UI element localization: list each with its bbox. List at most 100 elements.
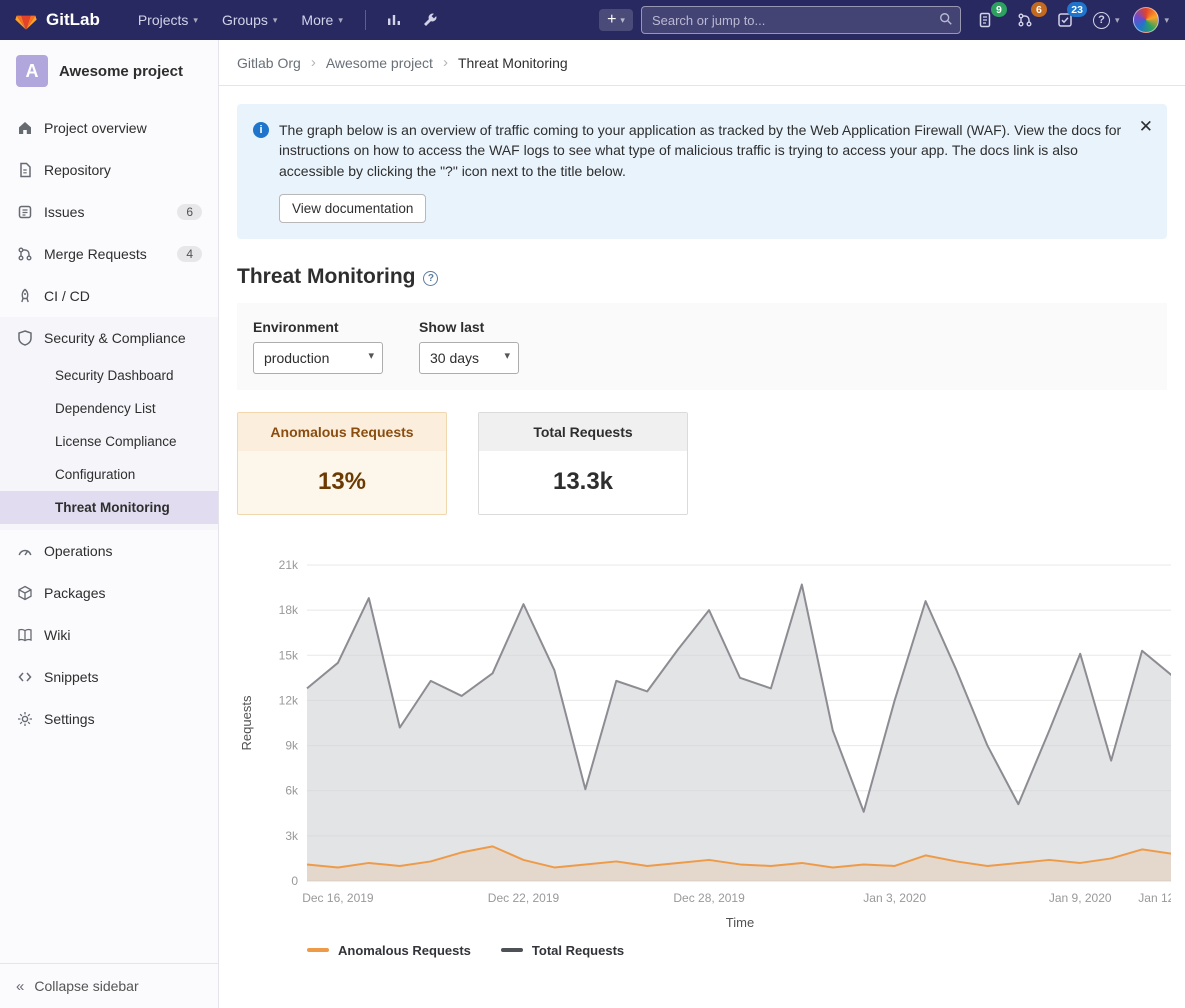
svg-text:12k: 12k: [279, 693, 299, 707]
stat-card-anomalous-requests[interactable]: Anomalous Requests 13%: [237, 412, 447, 515]
threat-monitoring-chart: 03k6k9k12k15k18k21kDec 16, 2019Dec 22, 2…: [237, 545, 1171, 982]
area-chart: 03k6k9k12k15k18k21kDec 16, 2019Dec 22, 2…: [237, 545, 1171, 941]
chevron-down-icon: ▾: [1115, 16, 1120, 25]
sidebar-subitem-threat-monitoring[interactable]: Threat Monitoring: [0, 491, 218, 524]
book-icon: [16, 626, 34, 644]
svg-text:9k: 9k: [285, 738, 299, 752]
environment-select[interactable]: production: [253, 342, 383, 374]
issues-count-badge: 9: [991, 2, 1007, 17]
sidebar-subitem-security-dashboard[interactable]: Security Dashboard: [0, 359, 218, 392]
nav-divider: [365, 10, 366, 30]
close-icon[interactable]: ✕: [1139, 118, 1153, 135]
environment-label: Environment: [253, 319, 383, 335]
chevron-down-icon: ▾: [1164, 16, 1169, 25]
sidebar-item-security-compliance[interactable]: Security & Compliance: [0, 317, 218, 359]
svg-text:18k: 18k: [279, 603, 299, 617]
package-icon: [16, 584, 34, 602]
svg-text:21k: 21k: [279, 558, 299, 572]
collapse-sidebar-button[interactable]: « Collapse sidebar: [0, 963, 218, 1008]
nav-menu-label: Projects: [138, 12, 189, 28]
svg-text:Time: Time: [726, 915, 754, 930]
issues-icon: [16, 203, 34, 221]
svg-text:Dec 16, 2019: Dec 16, 2019: [302, 891, 374, 905]
legend-item-total[interactable]: Total Requests: [501, 943, 624, 958]
merge-requests-count-badge: 4: [177, 246, 202, 262]
help-icon[interactable]: ?: [423, 271, 438, 286]
search-input[interactable]: [641, 6, 961, 34]
svg-text:Dec 28, 2019: Dec 28, 2019: [673, 891, 745, 905]
svg-text:Jan 12, 2020: Jan 12, 2020: [1138, 891, 1171, 905]
sidebar-item-wiki[interactable]: Wiki: [0, 614, 218, 656]
nav-menu-groups[interactable]: Groups ▾: [212, 0, 287, 40]
sidebar-subitem-dependency-list[interactable]: Dependency List: [0, 392, 218, 425]
svg-text:Jan 3, 2020: Jan 3, 2020: [863, 891, 926, 905]
chevron-right-icon: ›: [311, 54, 316, 71]
sidebar-item-ci-cd[interactable]: CI / CD: [0, 275, 218, 317]
issues-icon: [977, 12, 993, 28]
sidebar-item-label: Operations: [44, 543, 112, 559]
alert-text: The graph below is an overview of traffi…: [279, 120, 1127, 181]
sidebar-item-merge-requests[interactable]: Merge Requests 4: [0, 233, 218, 275]
show-last-filter: Show last 30 days: [419, 319, 519, 374]
stat-value: 13.3k: [479, 451, 687, 514]
new-menu-button[interactable]: + ▾: [599, 9, 633, 31]
sidebar-section-security-compliance: Security & Compliance Security Dashboard…: [0, 317, 218, 530]
breadcrumb-project[interactable]: Awesome project: [326, 55, 433, 71]
sidebar-item-label: Issues: [44, 204, 84, 220]
sidebar-subitem-license-compliance[interactable]: License Compliance: [0, 425, 218, 458]
rocket-icon: [16, 287, 34, 305]
svg-text:Dec 22, 2019: Dec 22, 2019: [488, 891, 560, 905]
global-search: [641, 6, 961, 34]
sidebar-item-label: Wiki: [44, 627, 70, 643]
view-documentation-button[interactable]: View documentation: [279, 194, 426, 223]
sidebar-item-settings[interactable]: Settings: [0, 698, 218, 740]
issues-count-badge: 6: [177, 204, 202, 220]
project-context-header[interactable]: A Awesome project: [0, 40, 218, 101]
legend-swatch-anomalous: [307, 948, 329, 952]
help-icon: ?: [1093, 12, 1110, 29]
breadcrumb-current: Threat Monitoring: [458, 55, 568, 71]
chart-legend: Anomalous Requests Total Requests: [307, 943, 1171, 958]
nav-menu-label: More: [301, 12, 333, 28]
nav-menu-more[interactable]: More ▾: [291, 0, 352, 40]
svg-text:3k: 3k: [285, 829, 299, 843]
user-menu[interactable]: ▾: [1131, 0, 1171, 40]
project-avatar: A: [16, 55, 48, 87]
analytics-icon[interactable]: [378, 4, 410, 36]
svg-text:Requests: Requests: [239, 695, 254, 750]
chevron-down-icon: ▾: [620, 16, 625, 25]
environment-filter: Environment production: [253, 319, 383, 374]
sidebar-item-label: Packages: [44, 585, 105, 601]
legend-item-anomalous[interactable]: Anomalous Requests: [307, 943, 471, 958]
stat-card-total-requests[interactable]: Total Requests 13.3k: [478, 412, 688, 515]
sidebar-item-issues[interactable]: Issues 6: [0, 191, 218, 233]
show-last-select[interactable]: 30 days: [419, 342, 519, 374]
gitlab-home-link[interactable]: GitLab: [14, 7, 100, 34]
svg-text:Jan 9, 2020: Jan 9, 2020: [1049, 891, 1112, 905]
help-menu[interactable]: ? ▾: [1089, 0, 1124, 40]
sidebar-item-operations[interactable]: Operations: [0, 530, 218, 572]
sidebar-item-repository[interactable]: Repository: [0, 149, 218, 191]
sidebar-item-project-overview[interactable]: Project overview: [0, 107, 218, 149]
sidebar-item-snippets[interactable]: Snippets: [0, 656, 218, 698]
merge-requests-counter-button[interactable]: 6: [1009, 4, 1041, 36]
sidebar-item-packages[interactable]: Packages: [0, 572, 218, 614]
merge-request-icon: [16, 245, 34, 263]
breadcrumb-group[interactable]: Gitlab Org: [237, 55, 301, 71]
search-icon: [939, 12, 953, 29]
sidebar-nav: Project overview Repository Issues 6 Mer…: [0, 101, 218, 963]
sidebar-subitem-configuration[interactable]: Configuration: [0, 458, 218, 491]
svg-text:6k: 6k: [285, 784, 299, 798]
code-snippet-icon: [16, 668, 34, 686]
stat-value: 13%: [238, 451, 446, 514]
sidebar-item-label: Merge Requests: [44, 246, 147, 262]
issues-counter-button[interactable]: 9: [969, 4, 1001, 36]
main-content: Gitlab Org › Awesome project › Threat Mo…: [219, 40, 1185, 982]
todos-count-badge: 23: [1067, 2, 1087, 17]
project-sidebar: A Awesome project Project overview Repos…: [0, 40, 219, 1008]
chevron-down-icon: ▾: [273, 16, 278, 25]
nav-menu-projects[interactable]: Projects ▾: [128, 0, 208, 40]
todos-counter-button[interactable]: 23: [1049, 4, 1081, 36]
repository-icon: [16, 161, 34, 179]
wrench-icon[interactable]: [414, 4, 446, 36]
